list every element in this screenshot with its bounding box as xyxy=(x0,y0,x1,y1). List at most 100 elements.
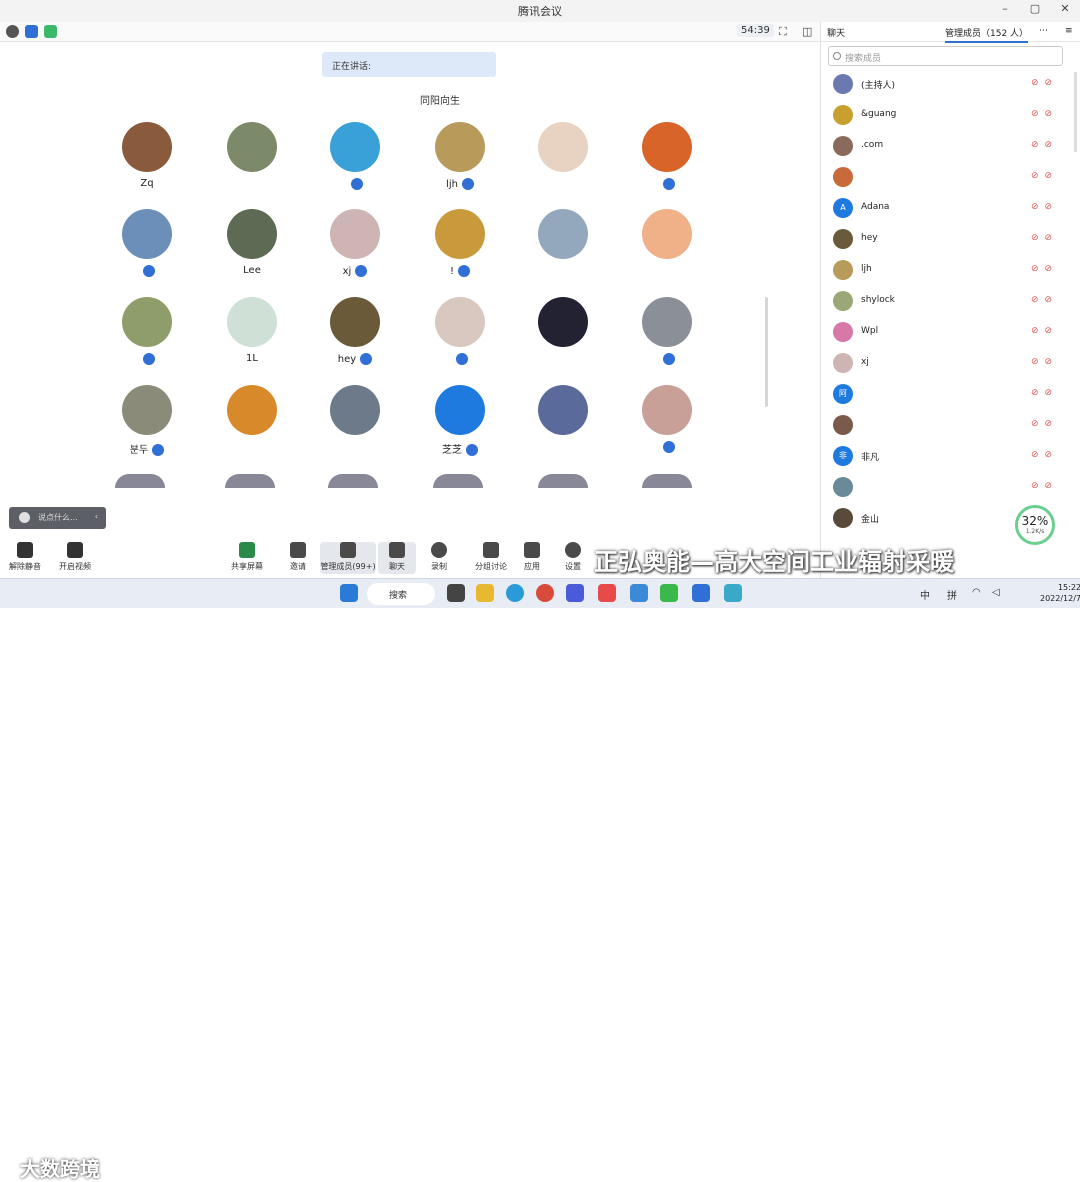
edge-icon[interactable] xyxy=(506,584,524,602)
member-avatar: 非 xyxy=(833,446,853,466)
participant-tile[interactable] xyxy=(503,209,623,279)
tab-chat[interactable]: 聊天 xyxy=(827,26,845,39)
member-row[interactable]: hey ⊘⊘ xyxy=(831,229,1056,253)
participant-tile[interactable] xyxy=(295,122,415,192)
mic-video-off-icon[interactable]: ⊘⊘ xyxy=(1031,140,1058,150)
participant-tile[interactable] xyxy=(192,385,312,455)
mute-button[interactable]: 解除静音 xyxy=(0,542,50,572)
mic-video-off-icon[interactable]: ⊘⊘ xyxy=(1031,419,1058,429)
video-button[interactable]: 开启视频 xyxy=(50,542,100,572)
participant-tile[interactable]: 芝芝 xyxy=(400,385,520,456)
mic-video-off-icon[interactable]: ⊘⊘ xyxy=(1031,481,1058,491)
members-button[interactable]: 管理成员(99+) xyxy=(320,542,376,574)
app4-icon[interactable] xyxy=(724,584,742,602)
member-row[interactable]: shylock ⊘⊘ xyxy=(831,291,1056,315)
menu-icon[interactable]: ≡ xyxy=(1065,26,1073,36)
member-row[interactable]: 阿 ⊘⊘ xyxy=(831,384,1056,408)
grid-scrollbar[interactable] xyxy=(765,297,768,407)
member-row[interactable]: xj ⊘⊘ xyxy=(831,353,1056,377)
mic-video-off-icon[interactable]: ⊘⊘ xyxy=(1031,357,1058,367)
member-row[interactable]: ⊘⊘ xyxy=(831,415,1056,439)
layout-icon[interactable]: ◫ xyxy=(802,25,812,38)
participant-tile[interactable] xyxy=(503,385,623,455)
lang-indicator[interactable]: 中 xyxy=(920,587,930,602)
tab-members[interactable]: 管理成员（152 人） xyxy=(945,26,1029,43)
member-row[interactable]: A Adana ⊘⊘ xyxy=(831,198,1056,222)
participant-tile[interactable]: 1L xyxy=(192,297,312,367)
participant-tile[interactable]: ljh xyxy=(400,122,520,192)
clock[interactable]: 15:22 2022/12/7 xyxy=(1040,582,1080,604)
top-row-name: 同阳向生 xyxy=(420,96,460,107)
mic-video-off-icon[interactable]: ⊘⊘ xyxy=(1031,233,1058,243)
tencent-meeting-icon[interactable] xyxy=(692,584,710,602)
invite-icon xyxy=(290,542,306,558)
taskbar-search[interactable]: 搜索 xyxy=(367,583,435,605)
member-row[interactable]: (主持人) ⊘⊘ xyxy=(831,74,1056,98)
close-icon[interactable]: ✕ xyxy=(1056,2,1074,15)
participant-name-text: 분두 xyxy=(129,445,149,456)
participant-tile[interactable] xyxy=(87,297,207,367)
participant-tile[interactable] xyxy=(607,209,727,279)
participant-tile[interactable]: ! xyxy=(400,209,520,279)
app3-icon[interactable] xyxy=(630,584,648,602)
member-row[interactable]: ⊘⊘ xyxy=(831,477,1056,501)
minimize-icon[interactable]: – xyxy=(996,2,1014,15)
participant-tile[interactable]: hey xyxy=(295,297,415,367)
participant-tile[interactable]: Zq xyxy=(87,122,207,192)
mic-video-off-icon[interactable]: ⊘⊘ xyxy=(1031,109,1058,119)
chat-input-bubble[interactable]: 说点什么... ‹ xyxy=(9,507,106,529)
wifi-icon[interactable]: ◠ xyxy=(972,587,981,598)
participant-tile[interactable] xyxy=(503,297,623,367)
fullscreen-icon[interactable]: ⛶ xyxy=(779,25,787,39)
mic-video-off-icon[interactable]: ⊘⊘ xyxy=(1031,78,1058,88)
mic-video-off-icon[interactable]: ⊘⊘ xyxy=(1031,450,1058,460)
wechat-icon[interactable] xyxy=(660,584,678,602)
member-row[interactable]: ⊘⊘ xyxy=(831,167,1056,191)
participant-tile[interactable]: 분두 xyxy=(87,385,207,456)
participant-tile[interactable]: xj xyxy=(295,209,415,279)
shield-icon[interactable] xyxy=(25,25,38,38)
participant-tile[interactable] xyxy=(503,122,623,192)
avatar xyxy=(227,209,277,259)
chrome-icon[interactable] xyxy=(536,584,554,602)
member-row[interactable]: .com ⊘⊘ xyxy=(831,136,1056,160)
ime-indicator[interactable]: 拼 xyxy=(947,587,957,602)
folder-icon[interactable] xyxy=(476,584,494,602)
participant-tile[interactable] xyxy=(400,297,520,367)
mic-video-off-icon[interactable]: ⊘⊘ xyxy=(1031,388,1058,398)
windows-start-icon[interactable] xyxy=(340,584,358,602)
settings-button[interactable]: 设置 xyxy=(548,542,598,572)
maximize-icon[interactable]: ▢ xyxy=(1026,2,1044,15)
info-icon[interactable] xyxy=(6,25,19,38)
members-panel: 聊天 管理成员（152 人） ⋯ ≡ 搜索成员 (主持人) ⊘⊘ &guang ⊘⊘.… xyxy=(820,22,1080,578)
member-row[interactable]: 非非凡 ⊘⊘ xyxy=(831,446,1056,470)
member-search-input[interactable]: 搜索成员 xyxy=(828,46,1063,66)
mic-video-off-icon[interactable]: ⊘⊘ xyxy=(1031,264,1058,274)
participant-tile[interactable] xyxy=(87,209,207,279)
mic-video-off-icon[interactable]: ⊘⊘ xyxy=(1031,295,1058,305)
volume-icon[interactable]: ◁ xyxy=(992,587,1000,598)
taskview-icon[interactable] xyxy=(447,584,465,602)
participant-tile[interactable] xyxy=(607,385,727,455)
chat-button[interactable]: 聊天 xyxy=(378,542,416,574)
chevron-left-icon[interactable]: ‹ xyxy=(95,512,98,521)
app-icon[interactable] xyxy=(566,584,584,602)
member-row[interactable]: &guang ⊘⊘ xyxy=(831,105,1056,129)
signal-icon[interactable] xyxy=(44,25,57,38)
member-row[interactable]: ljh ⊘⊘ xyxy=(831,260,1056,284)
participant-tile[interactable] xyxy=(192,122,312,192)
app2-icon[interactable] xyxy=(598,584,616,602)
mic-video-off-icon[interactable]: ⊘⊘ xyxy=(1031,202,1058,212)
participant-tile[interactable] xyxy=(295,385,415,455)
participant-tile[interactable]: Lee xyxy=(192,209,312,279)
participant-tile[interactable] xyxy=(607,122,727,192)
more-icon[interactable]: ⋯ xyxy=(1039,26,1048,36)
participant-tile[interactable] xyxy=(607,297,727,367)
mic-video-off-icon[interactable]: ⊘⊘ xyxy=(1031,171,1058,181)
panel-scrollbar[interactable] xyxy=(1074,72,1077,152)
share-screen-button[interactable]: 共享屏幕 xyxy=(222,542,272,572)
record-button[interactable]: 录制 xyxy=(414,542,464,572)
member-row[interactable]: Wpl ⊘⊘ xyxy=(831,322,1056,346)
invite-button[interactable]: 邀请 xyxy=(273,542,323,572)
mic-video-off-icon[interactable]: ⊘⊘ xyxy=(1031,326,1058,336)
